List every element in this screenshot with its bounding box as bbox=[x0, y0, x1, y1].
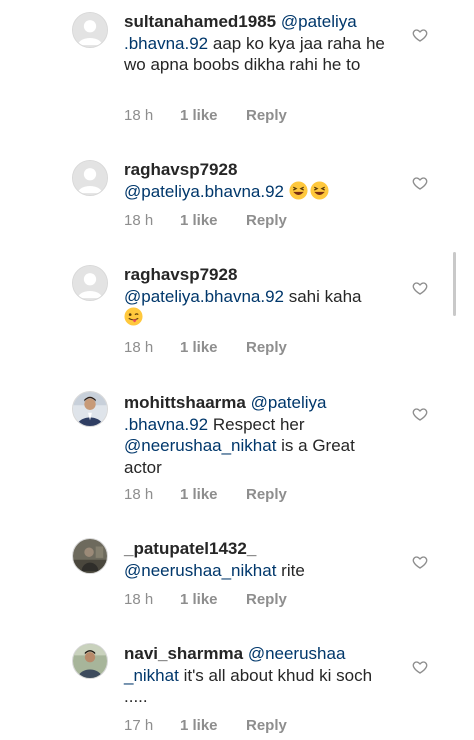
reply-button[interactable]: Reply bbox=[246, 212, 287, 229]
comment-meta: 18 h 1 like Reply bbox=[124, 107, 287, 124]
reply-button[interactable]: Reply bbox=[246, 339, 287, 356]
scrollbar[interactable] bbox=[453, 252, 456, 316]
comment-body: rite bbox=[281, 560, 305, 580]
comment-likes[interactable]: 1 like bbox=[180, 212, 246, 229]
comment-username[interactable]: raghavsp7928 bbox=[124, 160, 237, 179]
comment-likes[interactable]: 1 like bbox=[180, 107, 246, 124]
comment-text: raghavsp7928 @pateliya.bhavna.92 bbox=[124, 159, 394, 202]
comment-username[interactable]: _patupatel1432_ bbox=[124, 539, 256, 558]
heart-outline-icon[interactable] bbox=[412, 554, 428, 570]
user-photo-avatar[interactable] bbox=[72, 538, 108, 574]
comment-time: 18 h bbox=[124, 107, 154, 124]
reply-button[interactable]: Reply bbox=[246, 107, 287, 124]
comment-text: raghavsp7928 @pateliya.bhavna.92 sahi ka… bbox=[124, 264, 394, 329]
reply-button[interactable]: Reply bbox=[246, 591, 287, 608]
heart-outline-icon[interactable] bbox=[412, 406, 428, 422]
comment-time: 18 h bbox=[124, 212, 154, 229]
comment-text: _patupatel1432_ @neerushaa_nikhat rite bbox=[124, 538, 394, 581]
grinning-squinting-face-emoji bbox=[310, 180, 329, 200]
comment-meta: 18 h 1 like Reply bbox=[124, 339, 287, 356]
comment-likes[interactable]: 1 like bbox=[180, 717, 246, 734]
default-avatar-icon[interactable] bbox=[72, 12, 108, 48]
user-photo-avatar[interactable] bbox=[72, 643, 108, 679]
comment-text: sultanahamed1985 @pateliya .bhavna.92 aa… bbox=[124, 11, 394, 76]
comment-likes[interactable]: 1 like bbox=[180, 486, 246, 503]
grinning-squinting-face-emoji bbox=[289, 180, 308, 200]
comment-body: Respect her bbox=[212, 414, 305, 434]
comment-text: mohittshaarma @pateliya .bhavna.92 Respe… bbox=[124, 392, 394, 478]
comment-mention[interactable]: @neerushaa_nikhat bbox=[124, 561, 276, 580]
reply-button[interactable]: Reply bbox=[246, 717, 287, 734]
comment-mention[interactable]: @pateliya.bhavna.92 bbox=[124, 182, 284, 201]
comment-username[interactable]: navi_sharmma bbox=[124, 644, 243, 663]
comment-mention[interactable]: @pateliya.bhavna.92 bbox=[124, 287, 284, 306]
comment-meta: 18 h 1 like Reply bbox=[124, 212, 287, 229]
comment-meta: 18 h 1 like Reply bbox=[124, 591, 287, 608]
comment-time: 18 h bbox=[124, 339, 154, 356]
heart-outline-icon[interactable] bbox=[412, 175, 428, 191]
reply-button[interactable]: Reply bbox=[246, 486, 287, 503]
comment-time: 18 h bbox=[124, 486, 154, 503]
heart-outline-icon[interactable] bbox=[412, 659, 428, 675]
comment-time: 17 h bbox=[124, 717, 154, 734]
comment-username[interactable]: sultanahamed1985 bbox=[124, 12, 276, 31]
user-photo-avatar[interactable] bbox=[72, 391, 108, 427]
comment-mention-2[interactable]: @neerushaa_nikhat bbox=[124, 436, 276, 455]
default-avatar-icon[interactable] bbox=[72, 265, 108, 301]
comment-meta: 17 h 1 like Reply bbox=[124, 717, 287, 734]
default-avatar-icon[interactable] bbox=[72, 160, 108, 196]
comment-username[interactable]: mohittshaarma bbox=[124, 393, 246, 412]
comment-time: 18 h bbox=[124, 591, 154, 608]
comment-meta: 18 h 1 like Reply bbox=[124, 486, 287, 503]
heart-outline-icon[interactable] bbox=[412, 27, 428, 43]
comment-likes[interactable]: 1 like bbox=[180, 339, 246, 356]
comment-username[interactable]: raghavsp7928 bbox=[124, 265, 237, 284]
heart-outline-icon[interactable] bbox=[412, 280, 428, 296]
comment-likes[interactable]: 1 like bbox=[180, 591, 246, 608]
comment-body: sahi kaha bbox=[288, 286, 362, 306]
comment-text: navi_sharmma @neerushaa _nikhat it's all… bbox=[124, 643, 394, 708]
winking-tongue-face-emoji bbox=[124, 307, 143, 326]
